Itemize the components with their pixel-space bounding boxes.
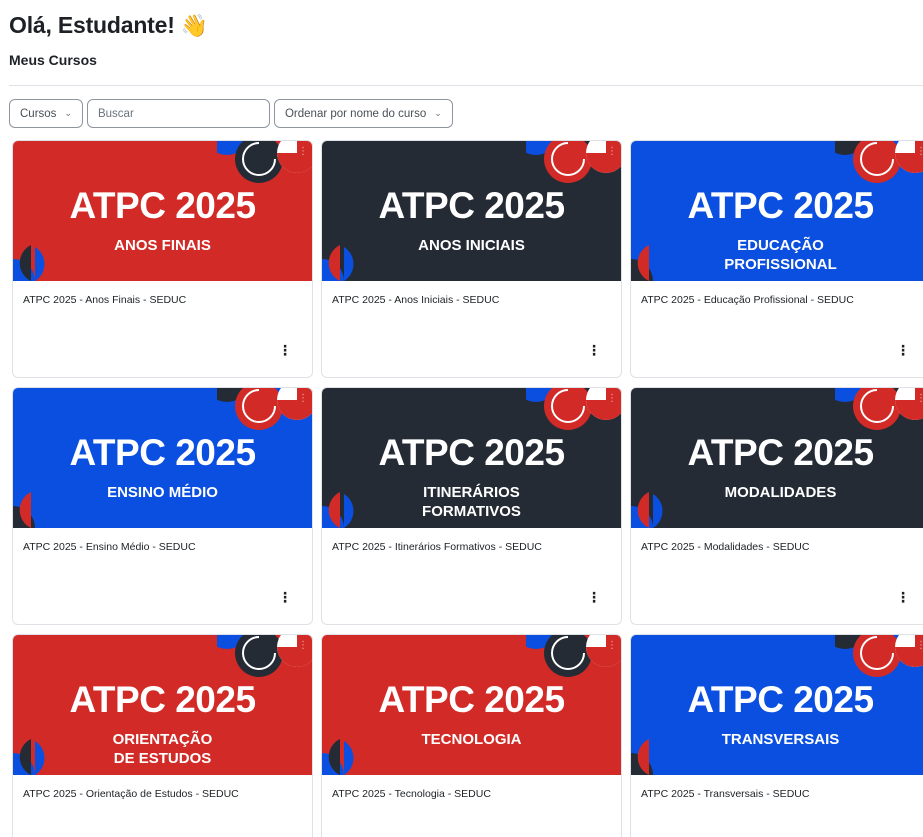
banner-title: ATPC 2025 bbox=[687, 185, 874, 226]
decorative-shapes-icon bbox=[631, 245, 663, 281]
course-name-link[interactable]: ATPC 2025 - Itinerários Formativos - SED… bbox=[322, 528, 621, 553]
banner-subtitle: EDUCAÇÃO PROFISSIONAL bbox=[724, 237, 837, 273]
decorative-shapes-icon bbox=[631, 492, 663, 528]
decorative-shapes-icon bbox=[322, 492, 354, 528]
course-card[interactable]: ⋮ ATPC 2025 EDUCAÇÃO PROFISSIONAL ATPC 2… bbox=[630, 140, 923, 378]
banner-menu-icon: ⋮ bbox=[916, 147, 923, 157]
banner-subtitle: MODALIDADES bbox=[724, 484, 837, 501]
sort-label: Ordenar por nome do curso bbox=[284, 107, 427, 120]
course-banner-image[interactable]: ⋮ ATPC 2025 EDUCAÇÃO PROFISSIONAL bbox=[631, 141, 923, 281]
course-banner-image[interactable]: ⋮ ATPC 2025 MODALIDADES bbox=[631, 388, 923, 528]
chevron-down-icon: ⌄ bbox=[434, 108, 442, 118]
course-name-link[interactable]: ATPC 2025 - Tecnologia - SEDUC bbox=[322, 775, 621, 800]
decorative-shapes-icon bbox=[631, 739, 663, 775]
course-type-label: Cursos bbox=[20, 107, 57, 120]
greeting-heading: Olá, Estudante! 👋 bbox=[9, 12, 208, 39]
banner-menu-icon: ⋮ bbox=[298, 640, 308, 651]
banner-subtitle: ENSINO MÉDIO bbox=[107, 484, 218, 501]
banner-subtitle: ORIENTAÇÃO DE ESTUDOS bbox=[112, 731, 213, 767]
banner-menu-icon: ⋮ bbox=[607, 640, 617, 651]
course-actions-menu-icon[interactable]: ⋮ bbox=[278, 590, 292, 604]
chevron-down-icon: ⌄ bbox=[64, 108, 72, 118]
course-card[interactable]: ⋮ ATPC 2025 ITINERÁRIOS FORMATIVOS ATPC … bbox=[321, 387, 622, 625]
sort-dropdown[interactable]: Ordenar por nome do curso ⌄ bbox=[273, 99, 453, 128]
course-actions-menu-icon[interactable]: ⋮ bbox=[587, 590, 601, 604]
banner-menu-icon: ⋮ bbox=[916, 641, 923, 651]
course-card[interactable]: ⋮ ATPC 2025 ORIENTAÇÃO DE ESTUDOS ATPC 2… bbox=[12, 634, 313, 837]
course-actions-menu-icon[interactable]: ⋮ bbox=[896, 590, 910, 604]
course-type-dropdown[interactable]: Cursos ⌄ bbox=[9, 99, 83, 128]
waving-hand-icon: 👋 bbox=[180, 12, 208, 38]
banner-menu-icon: ⋮ bbox=[607, 393, 617, 404]
course-name-link[interactable]: ATPC 2025 - Anos Finais - SEDUC bbox=[13, 281, 312, 306]
course-grid: ⋮ ATPC 2025 ANOS FINAIS ATPC 2025 - Anos… bbox=[12, 140, 923, 837]
course-banner-image[interactable]: ⋮ ATPC 2025 ITINERÁRIOS FORMATIVOS bbox=[322, 388, 621, 528]
banner-menu-icon: ⋮ bbox=[916, 394, 923, 404]
course-card[interactable]: ⋮ ATPC 2025 ANOS INICIAIS ATPC 2025 - An… bbox=[321, 140, 622, 378]
banner-subtitle: ANOS FINAIS bbox=[114, 237, 211, 254]
banner-subtitle: TECNOLOGIA bbox=[421, 731, 522, 748]
banner-subtitle: ANOS INICIAIS bbox=[418, 237, 525, 254]
course-banner-image[interactable]: ⋮ ATPC 2025 ANOS FINAIS bbox=[13, 141, 312, 281]
course-name-link[interactable]: ATPC 2025 - Educação Profissional - SEDU… bbox=[631, 281, 923, 306]
decorative-shapes-icon bbox=[13, 245, 45, 281]
course-actions-menu-icon[interactable]: ⋮ bbox=[896, 343, 910, 357]
course-banner-image[interactable]: ⋮ ATPC 2025 TRANSVERSAIS bbox=[631, 635, 923, 775]
banner-title: ATPC 2025 bbox=[687, 679, 874, 720]
course-card[interactable]: ⋮ ATPC 2025 ENSINO MÉDIO ATPC 2025 - Ens… bbox=[12, 387, 313, 625]
course-card[interactable]: ⋮ ATPC 2025 ANOS FINAIS ATPC 2025 - Anos… bbox=[12, 140, 313, 378]
course-banner-image[interactable]: ⋮ ATPC 2025 ENSINO MÉDIO bbox=[13, 388, 312, 528]
banner-title: ATPC 2025 bbox=[69, 679, 256, 720]
banner-subtitle: ITINERÁRIOS FORMATIVOS bbox=[422, 484, 521, 520]
course-name-link[interactable]: ATPC 2025 - Ensino Médio - SEDUC bbox=[13, 528, 312, 553]
decorative-shapes-icon bbox=[835, 388, 923, 430]
course-banner-image[interactable]: ⋮ ATPC 2025 TECNOLOGIA bbox=[322, 635, 621, 775]
search-input[interactable] bbox=[86, 99, 270, 128]
decorative-shapes-icon bbox=[322, 245, 354, 281]
decorative-shapes-icon bbox=[835, 635, 923, 677]
course-filters: Cursos ⌄ Ordenar por nome do curso ⌄ bbox=[9, 99, 453, 128]
banner-title: ATPC 2025 bbox=[378, 432, 565, 473]
section-title: Meus Cursos bbox=[9, 52, 97, 68]
course-card[interactable]: ⋮ ATPC 2025 TRANSVERSAIS ATPC 2025 - Tra… bbox=[630, 634, 923, 837]
decorative-shapes-icon bbox=[13, 739, 45, 775]
course-card[interactable]: ⋮ ATPC 2025 MODALIDADES ATPC 2025 - Moda… bbox=[630, 387, 923, 625]
course-name-link[interactable]: ATPC 2025 - Modalidades - SEDUC bbox=[631, 528, 923, 553]
course-card[interactable]: ⋮ ATPC 2025 TECNOLOGIA ATPC 2025 - Tecno… bbox=[321, 634, 622, 837]
decorative-shapes-icon bbox=[835, 141, 923, 183]
course-banner-image[interactable]: ⋮ ATPC 2025 ORIENTAÇÃO DE ESTUDOS bbox=[13, 635, 312, 775]
course-name-link[interactable]: ATPC 2025 - Anos Iniciais - SEDUC bbox=[322, 281, 621, 306]
banner-subtitle: TRANSVERSAIS bbox=[721, 731, 840, 748]
banner-title: ATPC 2025 bbox=[687, 432, 874, 473]
banner-title: ATPC 2025 bbox=[69, 185, 256, 226]
course-banner-image[interactable]: ⋮ ATPC 2025 ANOS INICIAIS bbox=[322, 141, 621, 281]
course-actions-menu-icon[interactable]: ⋮ bbox=[587, 343, 601, 357]
decorative-shapes-icon bbox=[322, 739, 354, 775]
banner-title: ATPC 2025 bbox=[378, 185, 565, 226]
course-name-link[interactable]: ATPC 2025 - Orientação de Estudos - SEDU… bbox=[13, 775, 312, 800]
course-actions-menu-icon[interactable]: ⋮ bbox=[278, 343, 292, 357]
banner-menu-icon: ⋮ bbox=[607, 146, 617, 157]
course-name-link[interactable]: ATPC 2025 - Transversais - SEDUC bbox=[631, 775, 923, 800]
divider bbox=[9, 85, 923, 86]
banner-menu-icon: ⋮ bbox=[298, 393, 308, 404]
banner-menu-icon: ⋮ bbox=[298, 146, 308, 157]
banner-title: ATPC 2025 bbox=[378, 679, 565, 720]
banner-title: ATPC 2025 bbox=[69, 432, 256, 473]
greeting-text: Olá, Estudante! bbox=[9, 12, 175, 38]
decorative-shapes-icon bbox=[13, 492, 45, 528]
